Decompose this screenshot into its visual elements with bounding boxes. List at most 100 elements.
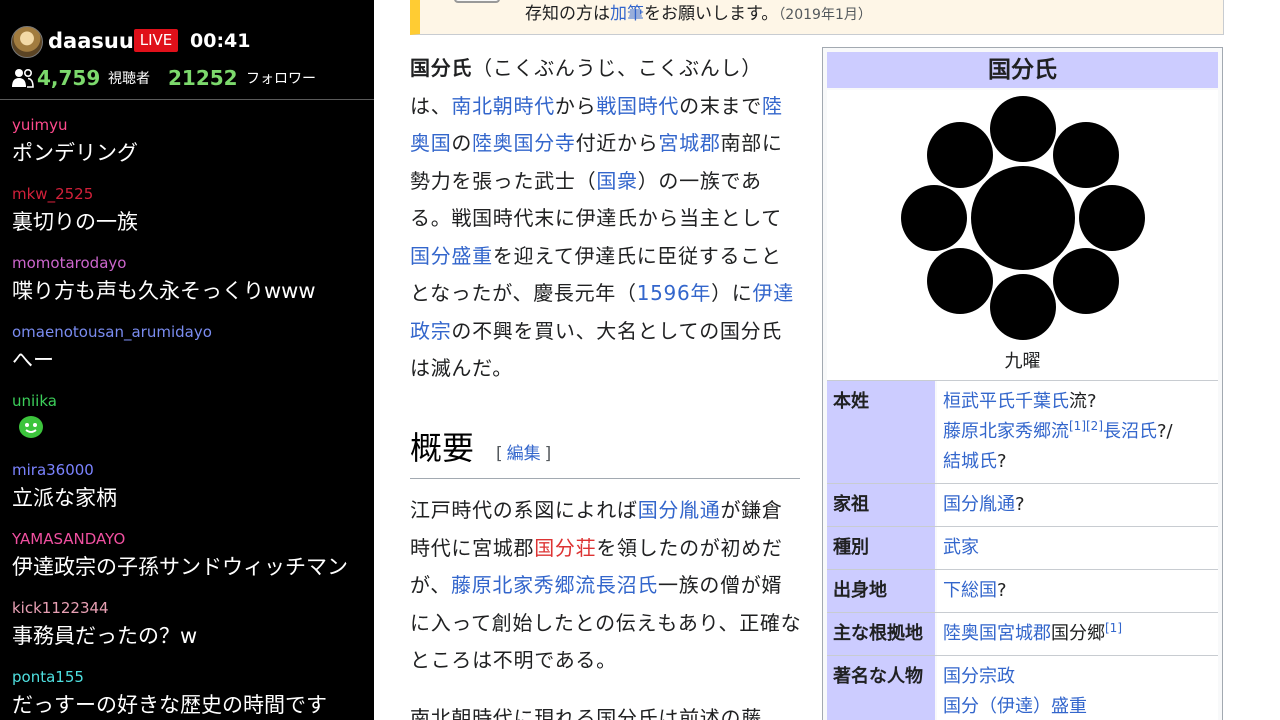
link-1596[interactable]: 1596年 xyxy=(637,281,711,305)
section-heading-overview: 概要 [編集] xyxy=(410,425,800,479)
chat-message: ponta155 だっすーの好きな歴史の時間です xyxy=(0,667,374,720)
chat-text: 伊達政宗の子孫サンドウィッチマン xyxy=(12,555,348,579)
infobox-value: 武家 xyxy=(935,527,1218,569)
infobox-caption: 九曜 xyxy=(1004,351,1041,372)
chat-username[interactable]: omaenotousan_arumidayo xyxy=(12,322,212,342)
infobox-link[interactable]: 下総国 xyxy=(943,580,997,601)
chat-username[interactable]: uniika xyxy=(12,391,57,411)
infobox-label: 主な根拠地 xyxy=(827,613,935,655)
wikipedia-article-page[interactable]: 存知の方は加筆をお願いします。（2019年1月） 国分氏（こくぶんうじ、こくぶん… xyxy=(374,0,1280,720)
infobox: 国分氏 九曜 本姓 桓武平氏千葉氏流? 藤原北家秀郷流[1][2]長沼氏?/ 結城氏?… xyxy=(822,47,1223,720)
chat-message: mira36000 立派な家柄 xyxy=(0,460,374,529)
chat-text: へー xyxy=(12,348,54,372)
infobox-text: ?/ xyxy=(1157,421,1173,442)
link-kunishu[interactable]: 国衆 xyxy=(596,169,637,193)
infobox-link[interactable]: 国分胤通 xyxy=(943,494,1015,515)
infobox-label: 種別 xyxy=(827,527,935,569)
chat-text: ポンデリング xyxy=(12,141,138,165)
lead-section: 国分氏（こくぶんうじ、こくぶんし）は、南北朝時代から戦国時代の末まで陸奥国の陸奥… xyxy=(410,50,802,388)
infobox-link[interactable]: 陸奥国宮城郡 xyxy=(943,623,1051,644)
chat-message: kick1122344 事務員だったの？w xyxy=(0,598,374,667)
infobox-link[interactable]: 長沼氏 xyxy=(1103,421,1157,442)
next-paragraph-partial: 南北朝時代に現れる国分氏は前述の藤 xyxy=(410,706,762,720)
chat-username[interactable]: mira36000 xyxy=(12,460,94,480)
chat-message: mkw_2525 裏切りの一族 xyxy=(0,184,374,253)
infobox-link[interactable]: 結城氏 xyxy=(943,451,997,472)
chat-text: 裏切りの一族 xyxy=(12,210,138,234)
chat-username[interactable]: momotarodayo xyxy=(12,253,126,273)
infobox-value: 桓武平氏千葉氏流? 藤原北家秀郷流[1][2]長沼氏?/ 結城氏? xyxy=(935,381,1218,483)
link-naganuma[interactable]: 藤原北家秀郷流長沼氏 xyxy=(451,573,658,597)
infobox-image[interactable]: 九曜 xyxy=(827,90,1218,380)
link-kokubun-tanemichi[interactable]: 国分胤通 xyxy=(638,498,721,522)
infobox-text: ? xyxy=(997,451,1007,472)
viewers-icon xyxy=(12,68,34,88)
infobox-title: 国分氏 xyxy=(827,52,1218,88)
chat-message: YAMASANDAYO 伊達政宗の子孫サンドウィッチマン xyxy=(0,529,374,598)
infobox-row: 著名な人物 国分宗政国分（伊達）盛重 xyxy=(827,655,1218,720)
live-badge: LIVE xyxy=(134,29,178,52)
infobox-row: 家祖 国分胤通? xyxy=(827,483,1218,526)
reference-link[interactable]: [1] xyxy=(1105,621,1122,635)
infobox-link[interactable]: 藤原北家秀郷流 xyxy=(943,421,1069,442)
link-mutsu-kokubunji[interactable]: 陸奥国分寺 xyxy=(472,131,576,155)
stream-chat-panel: daasuu LIVE 00:41 4,759 視聴者 21252 フォロワー … xyxy=(0,0,374,720)
infobox-label: 出身地 xyxy=(827,570,935,612)
chat-message: yuimyu ポンデリング xyxy=(0,115,374,184)
notice-date: （2019年1月） xyxy=(778,7,872,23)
infobox-text: ? xyxy=(1015,494,1025,515)
overview-paragraph: 江戸時代の系図によれば国分胤通が鎌倉時代に宮城郡国分荘を領したのが初めだが、藤原… xyxy=(410,498,802,672)
redlink-kokubun-sho[interactable]: 国分荘 xyxy=(534,536,596,560)
infobox-row: 主な根拠地 陸奥国宮城郡国分郷[1] xyxy=(827,612,1218,655)
stream-header: daasuu LIVE 00:41 4,759 視聴者 21252 フォロワー xyxy=(0,0,374,100)
infobox-value: 国分宗政国分（伊達）盛重 xyxy=(935,656,1218,720)
chat-username[interactable]: mkw_2525 xyxy=(12,184,93,204)
chat-message: uniika xyxy=(0,391,374,460)
infobox-value: 下総国? xyxy=(935,570,1218,612)
chat-username[interactable]: YAMASANDAYO xyxy=(12,529,125,549)
infobox-label: 著名な人物 xyxy=(827,656,935,720)
chat-text: 喋り方も声も久永そっくりwww xyxy=(12,279,316,303)
follower-label: フォロワー xyxy=(246,71,316,87)
green-emote-icon xyxy=(19,416,43,438)
chat-username[interactable]: ponta155 xyxy=(12,667,84,687)
chat-text: 立派な家柄 xyxy=(12,486,117,510)
article-subject: 国分氏 xyxy=(410,56,473,80)
chat-message: momotarodayo 喋り方も声も久永そっくりwww xyxy=(0,253,374,322)
link-sengoku[interactable]: 戦国時代 xyxy=(596,94,679,118)
link-kokubun-morishige[interactable]: 国分盛重 xyxy=(410,244,493,268)
infobox-row: 本姓 桓武平氏千葉氏流? 藤原北家秀郷流[1][2]長沼氏?/ 結城氏? xyxy=(827,380,1218,483)
infobox-value: 国分胤通? xyxy=(935,484,1218,526)
infobox-text: ? xyxy=(997,580,1007,601)
stream-timer: 00:41 xyxy=(190,30,251,52)
reference-link[interactable]: [1][2] xyxy=(1069,419,1103,433)
kuyo-crest-icon xyxy=(901,96,1145,340)
chat-text: 事務員だったの？w xyxy=(12,624,198,648)
infobox-link[interactable]: 武家 xyxy=(943,537,979,558)
chat-message-list[interactable]: yuimyu ポンデリング mkw_2525 裏切りの一族 momotarodayo 喋り… xyxy=(0,115,374,720)
infobox-rows: 本姓 桓武平氏千葉氏流? 藤原北家秀郷流[1][2]長沼氏?/結城氏? 家祖 国分胤通?… xyxy=(827,380,1218,720)
link-nanbokucho[interactable]: 南北朝時代 xyxy=(451,94,555,118)
infobox-label: 家祖 xyxy=(827,484,935,526)
follower-count: 21252 xyxy=(168,66,238,90)
streamer-name[interactable]: daasuu xyxy=(48,28,134,54)
infobox-link[interactable]: 国分宗政 xyxy=(943,666,1015,687)
chat-username[interactable]: yuimyu xyxy=(12,115,68,135)
infobox-value: 陸奥国宮城郡国分郷[1] xyxy=(935,613,1218,655)
notice-edit-link[interactable]: 加筆 xyxy=(610,4,644,24)
streamer-avatar[interactable] xyxy=(11,26,43,58)
section-edit-link[interactable]: 編集 xyxy=(507,444,541,464)
infobox-row: 種別 武家 xyxy=(827,526,1218,569)
notice-text: 存知の方は加筆をお願いします。（2019年1月） xyxy=(525,4,872,24)
viewer-count: 4,759 xyxy=(37,66,101,90)
link-miyagi-gun[interactable]: 宮城郡 xyxy=(658,131,720,155)
section-title: 概要 xyxy=(410,429,475,467)
viewer-label: 視聴者 xyxy=(108,71,150,87)
overview-section: 江戸時代の系図によれば国分胤通が鎌倉時代に宮城郡国分荘を領したのが初めだが、藤原… xyxy=(410,492,802,680)
infobox-text: 流? xyxy=(1069,391,1097,412)
infobox-row: 出身地 下総国? xyxy=(827,569,1218,612)
infobox-link[interactable]: 国分（伊達）盛重 xyxy=(943,696,1087,717)
infobox-link[interactable]: 桓武平氏千葉氏 xyxy=(943,391,1069,412)
chat-username[interactable]: kick1122344 xyxy=(12,598,109,618)
chat-text: だっすーの好きな歴史の時間です xyxy=(12,693,327,717)
